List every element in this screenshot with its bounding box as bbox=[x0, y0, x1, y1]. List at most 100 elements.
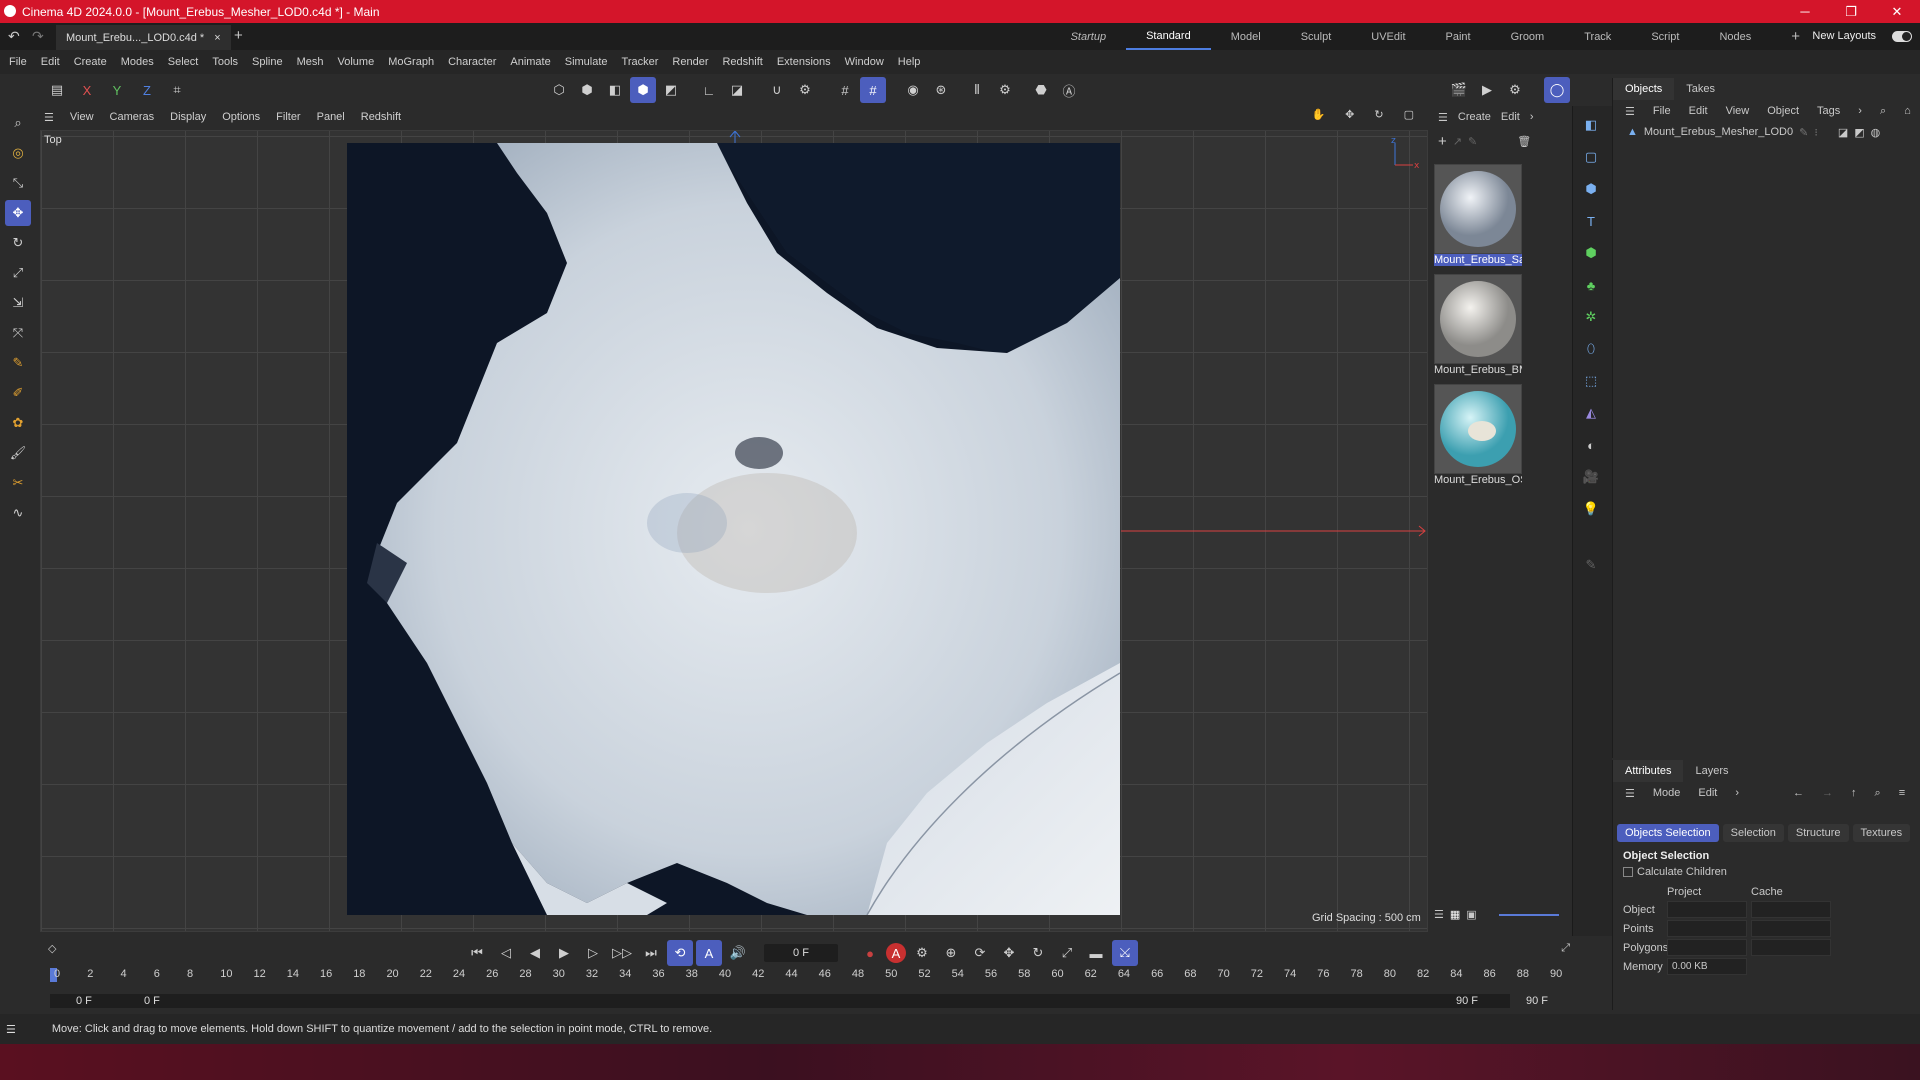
environment-icon[interactable]: ◐ bbox=[1578, 432, 1604, 458]
keyframe-settings-icon[interactable]: ⚙ bbox=[909, 940, 935, 966]
calculate-children-checkbox[interactable] bbox=[1623, 867, 1633, 877]
attr-filter-icon[interactable]: ≡ bbox=[1893, 787, 1911, 799]
object-mode-icon[interactable]: ⬢ bbox=[630, 77, 656, 103]
edit-render-settings-icon[interactable]: ⚙ bbox=[1502, 77, 1528, 103]
object-edit-icon[interactable]: ✎ bbox=[1799, 126, 1808, 139]
key-position-icon[interactable]: ⊕ bbox=[938, 940, 964, 966]
render-settings-icon[interactable]: ⊛ bbox=[928, 77, 954, 103]
tab-textures[interactable]: Textures bbox=[1852, 824, 1911, 842]
rotate-tool-icon[interactable]: ↻ bbox=[5, 230, 31, 256]
material-item[interactable]: Mount_Erebus_OS bbox=[1434, 384, 1524, 492]
material-item[interactable]: Mount_Erebus_Sa bbox=[1434, 164, 1524, 272]
menu-render[interactable]: Render bbox=[665, 50, 715, 74]
layout-track[interactable]: Track bbox=[1564, 31, 1631, 43]
cloner-icon[interactable]: ♣ bbox=[1578, 272, 1604, 298]
menu-extensions[interactable]: Extensions bbox=[770, 50, 838, 74]
menu-file[interactable]: File bbox=[2, 50, 34, 74]
obj-search-icon[interactable]: ⌕ bbox=[1874, 105, 1892, 118]
timeline-expand-icon[interactable]: ⤢ bbox=[1561, 942, 1570, 955]
menu-redshift[interactable]: Redshift bbox=[715, 50, 769, 74]
key-pla-icon[interactable]: ▬ bbox=[1083, 940, 1109, 966]
menu-create[interactable]: Create bbox=[67, 50, 114, 74]
phong-tag-icon[interactable]: ◪ bbox=[1838, 126, 1848, 139]
object-name[interactable]: Mount_Erebus_Mesher_LOD0 bbox=[1644, 126, 1793, 138]
sketch-icon[interactable]: ✐ bbox=[5, 380, 31, 406]
autokey-icon[interactable]: A bbox=[886, 943, 906, 963]
menu-edit[interactable]: Edit bbox=[34, 50, 67, 74]
layout-standard[interactable]: Standard bbox=[1126, 23, 1211, 50]
obj-menu-file[interactable]: File bbox=[1647, 105, 1677, 117]
vp-menu-redshift[interactable]: Redshift bbox=[353, 111, 409, 123]
polygons-mode-icon[interactable]: ◧ bbox=[602, 77, 628, 103]
menu-mograph[interactable]: MoGraph bbox=[381, 50, 441, 74]
search-icon[interactable]: ⌕ bbox=[5, 110, 31, 136]
delete-material-icon[interactable]: 🗑 bbox=[1517, 135, 1531, 148]
key-param-icon[interactable]: ⤢ bbox=[1054, 940, 1080, 966]
key-scale-icon[interactable]: ↻ bbox=[1025, 940, 1051, 966]
layout-model[interactable]: Model bbox=[1211, 31, 1281, 43]
key-move-icon[interactable]: ✥ bbox=[996, 940, 1022, 966]
symmetry-icon[interactable]: ⫴ bbox=[964, 77, 990, 103]
pan-view-icon[interactable]: ✋ bbox=[1303, 108, 1333, 121]
tab-objects-selection[interactable]: Objects Selection bbox=[1617, 824, 1719, 842]
maximize-view-icon[interactable]: ▢ bbox=[1396, 108, 1422, 121]
attr-menu-more-icon[interactable]: › bbox=[1729, 787, 1745, 799]
mat-menu-create[interactable]: Create bbox=[1458, 111, 1491, 123]
attr-search-icon[interactable]: ⌕ bbox=[1869, 787, 1887, 800]
play-icon[interactable]: ▶ bbox=[551, 940, 577, 966]
primitive-icon[interactable]: ⬢ bbox=[1578, 176, 1604, 202]
viewport-menu-icon[interactable]: ☰ bbox=[36, 111, 62, 124]
vp-menu-filter[interactable]: Filter bbox=[268, 111, 308, 123]
character-icon[interactable]: ✿ bbox=[5, 410, 31, 436]
edges-mode-icon[interactable]: ⬢ bbox=[574, 77, 600, 103]
minimize-icon[interactable]: ─ bbox=[1782, 0, 1828, 23]
redshift-render-view-icon[interactable]: ◯ bbox=[1544, 77, 1570, 103]
record-icon[interactable]: ● bbox=[857, 940, 883, 966]
close-window-icon[interactable]: ✕ bbox=[1874, 0, 1920, 23]
axis-x-button[interactable]: X bbox=[74, 77, 100, 103]
sound-icon[interactable]: 🔊 bbox=[725, 940, 751, 966]
rectangle-spline-icon[interactable]: ▢ bbox=[1578, 144, 1604, 170]
menu-volume[interactable]: Volume bbox=[331, 50, 382, 74]
grid-snap-icon[interactable]: # bbox=[832, 77, 858, 103]
symmetry-settings-icon[interactable]: ⚙ bbox=[992, 77, 1018, 103]
knife-icon[interactable]: ✂ bbox=[5, 470, 31, 496]
vp-menu-options[interactable]: Options bbox=[214, 111, 268, 123]
preview-end-field[interactable]: 90 F bbox=[1456, 995, 1478, 1007]
keyframe-icon[interactable]: ◇ bbox=[48, 942, 56, 955]
attr-back-icon[interactable]: ← bbox=[1787, 787, 1810, 799]
light-icon[interactable]: 💡 bbox=[1578, 496, 1604, 522]
go-to-end-icon[interactable]: ⏭ bbox=[638, 940, 664, 966]
mat-menu-edit[interactable]: Edit bbox=[1501, 111, 1520, 123]
key-mode-icon[interactable]: ⤩ bbox=[1112, 940, 1138, 966]
objects-menu-icon[interactable]: ☰ bbox=[1619, 105, 1641, 118]
attr-forward-icon[interactable]: → bbox=[1816, 787, 1839, 799]
snap-settings-icon[interactable]: ⚙ bbox=[792, 77, 818, 103]
model-mode-icon[interactable]: ▤ bbox=[44, 77, 70, 103]
menu-animate[interactable]: Animate bbox=[503, 50, 557, 74]
material-menu-icon[interactable]: ☰ bbox=[1438, 111, 1448, 124]
transfer-icon[interactable]: ⇲ bbox=[5, 290, 31, 316]
redshift-icon[interactable]: ⬣ bbox=[1028, 77, 1054, 103]
cube-icon[interactable]: ◧ bbox=[1578, 112, 1604, 138]
next-frame-icon[interactable]: ▷ bbox=[580, 940, 606, 966]
solo-mode-icon[interactable]: ◪ bbox=[724, 77, 750, 103]
tab-layers[interactable]: Layers bbox=[1683, 760, 1740, 782]
status-menu-icon[interactable]: ☰ bbox=[6, 1023, 16, 1036]
axis-y-button[interactable]: Y bbox=[104, 77, 130, 103]
layout-sculpt[interactable]: Sculpt bbox=[1281, 31, 1352, 43]
next-key-icon[interactable]: ▷▷ bbox=[609, 940, 635, 966]
go-to-start-icon[interactable]: ⏮ bbox=[464, 940, 490, 966]
field-icon[interactable]: ⬚ bbox=[1578, 368, 1604, 394]
playback-rate-icon[interactable]: A bbox=[696, 940, 722, 966]
vp-menu-display[interactable]: Display bbox=[162, 111, 214, 123]
vp-menu-cameras[interactable]: Cameras bbox=[102, 111, 163, 123]
effector-icon[interactable]: ✲ bbox=[1578, 304, 1604, 330]
preview-start-field[interactable]: 0 F bbox=[144, 995, 160, 1007]
obj-menu-more-icon[interactable]: › bbox=[1852, 105, 1868, 117]
render-view-icon[interactable]: ◉ bbox=[900, 77, 926, 103]
end-frame-field[interactable]: 90 F bbox=[1526, 995, 1548, 1007]
redo-icon[interactable]: ↷ bbox=[32, 28, 44, 45]
workplane-snap-icon[interactable]: # bbox=[860, 77, 886, 103]
obj-menu-tags[interactable]: Tags bbox=[1811, 105, 1846, 117]
